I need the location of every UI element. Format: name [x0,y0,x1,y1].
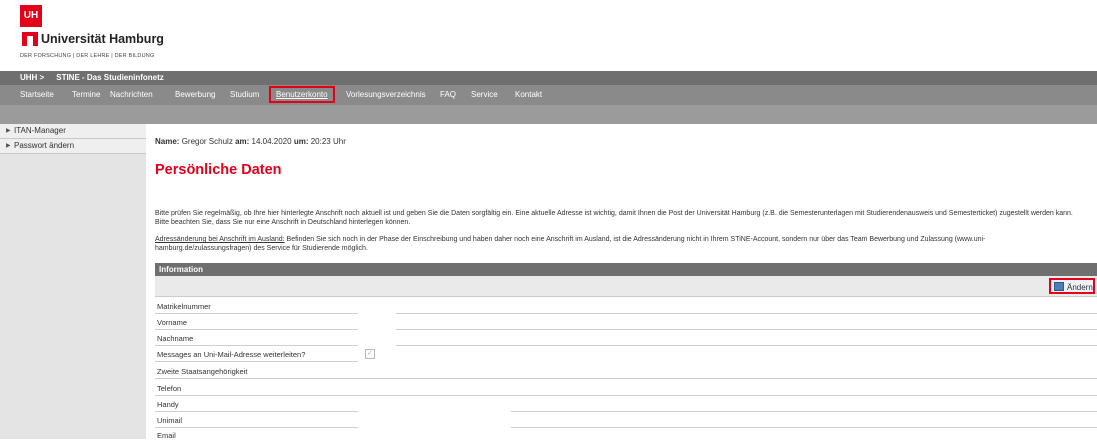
main-nav: Startseite Termine Nachrichten Bewerbung… [0,85,1097,105]
field-row-vorname: Vorname [155,314,1097,330]
field-label: Matrikelnummer [157,302,211,311]
field-row-matrikelnummer: Matrikelnummer [155,298,1097,314]
field-row-handy: Handy [155,396,1097,412]
field-row-zweite-staatsangehoerigkeit: Zweite Staatsangehörigkeit [155,363,1097,379]
sidebar-item-itan-manager[interactable]: ▶ ITAN-Manager [0,124,146,139]
nav-service[interactable]: Service [471,85,498,105]
forward-messages-checkbox[interactable]: ✓ [365,349,375,359]
logo-tagline: DER FORSCHUNG | DER LEHRE | DER BILDUNG [20,53,155,59]
field-label: Handy [157,400,179,409]
sub-nav-bar [0,105,1097,124]
triangle-right-icon: ▶ [6,143,11,149]
foreign-address-label: Adressänderung bei Anschrift im Ausland: [155,236,285,243]
hamburg-crest-icon [22,32,38,46]
field-row-email: Email [155,427,1097,443]
active-tab-highlight [269,86,335,103]
field-row-messages-forward: Messages an Uni-Mail-Adresse weiterleite… [155,346,1097,362]
nav-vorlesungsverzeichnis[interactable]: Vorlesungsverzeichnis [346,85,426,105]
nav-nachrichten[interactable]: Nachrichten [110,85,153,105]
nav-termine[interactable]: Termine [72,85,100,105]
login-time: 20:23 Uhr [310,137,346,146]
edit-button[interactable]: Ändern [1049,278,1095,294]
breadcrumb-root[interactable]: UHH > [20,73,44,82]
information-toolbar: Ändern [155,276,1097,297]
triangle-right-icon: ▶ [6,128,11,134]
field-label: Zweite Staatsangehörigkeit [157,367,248,376]
user-info-line: Name: Gregor Schulz am: 14.04.2020 um: 2… [155,137,346,146]
sidebar-item-label: ITAN-Manager [14,126,66,135]
am-label: am: [235,137,250,146]
field-row-nachname: Nachname [155,330,1097,346]
intro-paragraph: Bitte prüfen Sie regelmäßig, ob Ihre hie… [155,210,1073,226]
sidebar-item-label: Passwort ändern [14,141,75,150]
field-row-telefon: Telefon [155,380,1097,396]
logo-name: Universität Hamburg [41,32,164,46]
field-row-unimail: Unimail [155,412,1097,428]
breadcrumb-current[interactable]: STINE - Das Studieninfonetz [56,73,164,82]
uhh-logo[interactable]: UH Universität Hamburg DER FORSCHUNG | D… [20,5,170,65]
field-label: Vorname [157,318,188,327]
information-title: Information [159,265,203,274]
edit-icon [1054,282,1064,291]
page-title: Persönliche Daten [155,162,282,178]
sidebar: ▶ ITAN-Manager ▶ Passwort ändern [0,124,146,439]
nav-startseite[interactable]: Startseite [20,85,54,105]
information-header: Information [155,263,1097,276]
um-label: um: [293,137,309,146]
sidebar-item-passwort-aendern[interactable]: ▶ Passwort ändern [0,139,146,154]
nav-bewerbung[interactable]: Bewerbung [175,85,215,105]
nav-studium[interactable]: Studium [230,85,259,105]
uhh-logo-mark: UH [20,5,42,27]
login-date: 14.04.2020 [251,137,292,146]
breadcrumb: UHH > STINE - Das Studieninfonetz [20,71,164,85]
nav-kontakt[interactable]: Kontakt [515,85,542,105]
nav-faq[interactable]: FAQ [440,85,456,105]
name-label: Name: [155,137,180,146]
field-label: Unimail [157,416,183,425]
breadcrumb-bar: UHH > STINE - Das Studieninfonetz [0,71,1097,85]
field-label: Nachname [157,334,194,343]
edit-label: Ändern [1067,283,1093,292]
field-label: Telefon [157,384,182,393]
field-label: Email [157,431,176,440]
user-name: Gregor Schulz [181,137,233,146]
foreign-address-paragraph: Adressänderung bei Anschrift im Ausland:… [155,236,1080,253]
field-label: Messages an Uni-Mail-Adresse weiterleite… [157,350,306,359]
